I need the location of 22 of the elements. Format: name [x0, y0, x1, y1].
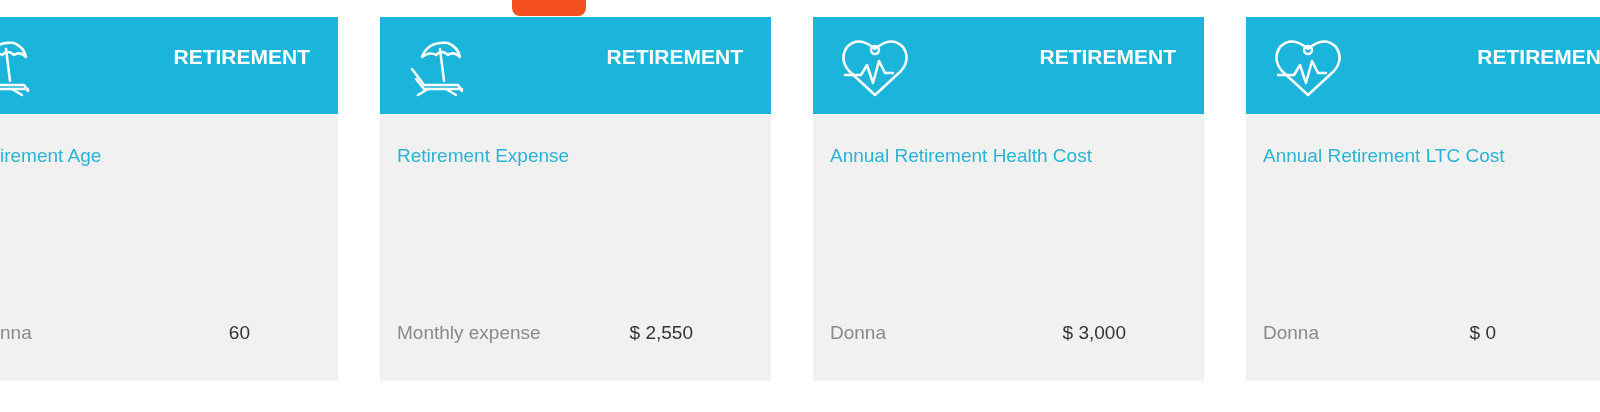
row-label: nna: [0, 320, 32, 345]
row-label: Donna: [830, 320, 886, 345]
row-value: $ 3,000: [1062, 320, 1126, 345]
category-label: RETIREMEN: [1477, 44, 1600, 70]
retirement-card[interactable]: RETIREMENT Annual Retirement Health Cost Donna $ 3,000: [813, 17, 1204, 381]
card-title: Annual Retirement Health Cost: [830, 145, 1092, 166]
row-value: $ 0: [1469, 320, 1496, 345]
card-title: irement Age: [0, 145, 102, 166]
category-label: RETIREMENT: [1039, 44, 1176, 70]
heart-pulse-icon: [1272, 37, 1344, 99]
row-label: Monthly expense: [397, 320, 541, 345]
row-label: Donna: [1263, 320, 1319, 345]
retirement-card[interactable]: RETIREMEN Annual Retirement LTC Cost Donna $ 0: [1246, 17, 1600, 381]
category-label: RETIREMENT: [173, 44, 310, 70]
row-value: $ 2,550: [629, 320, 693, 345]
retirement-card[interactable]: RETIREMENT irement Age nna 60: [0, 17, 338, 381]
retirement-card[interactable]: RETIREMENT Retirement Expense Monthly expense $ 2,550: [380, 17, 771, 381]
card-title: Annual Retirement LTC Cost: [1263, 145, 1505, 166]
category-label: RETIREMENT: [606, 44, 743, 70]
heart-pulse-icon: [839, 37, 911, 99]
row-value: 60: [228, 320, 250, 345]
card-title: Retirement Expense: [397, 145, 570, 166]
